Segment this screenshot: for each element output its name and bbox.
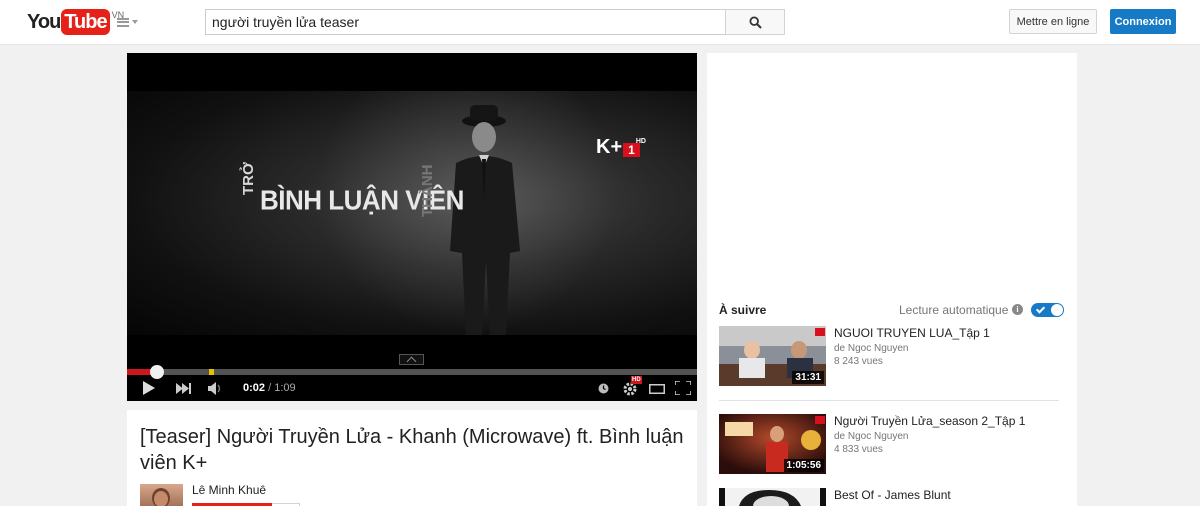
video-figure-image bbox=[450, 105, 520, 335]
channel-avatar[interactable] bbox=[140, 484, 183, 506]
next-icon bbox=[176, 383, 191, 394]
video-thumbnail[interactable]: 1:05:56 bbox=[719, 414, 826, 474]
expand-annotation-button[interactable] bbox=[399, 354, 424, 365]
overlay-text-right: THÀNH bbox=[419, 164, 436, 218]
volume-button[interactable] bbox=[208, 382, 224, 395]
search-icon bbox=[748, 15, 762, 29]
check-icon bbox=[1035, 304, 1046, 314]
search-button[interactable] bbox=[725, 9, 785, 35]
recommended-video[interactable]: 31:31 NGUOI TRUYEN LUA_Tập 1 de Ngoc Ngu… bbox=[719, 326, 1064, 388]
fullscreen-icon bbox=[675, 381, 691, 395]
chevron-down-icon bbox=[132, 20, 138, 24]
hd-badge: HD bbox=[631, 376, 642, 384]
video-views: 4 833 vues bbox=[834, 444, 883, 455]
video-thumbnail[interactable] bbox=[719, 488, 826, 506]
upload-button[interactable]: Mettre en ligne bbox=[1009, 9, 1097, 34]
guide-menu-button[interactable] bbox=[117, 15, 139, 29]
video-duration: 31:31 bbox=[792, 371, 824, 384]
watch-later-icon bbox=[598, 383, 609, 394]
fullscreen-button[interactable] bbox=[675, 381, 691, 395]
current-time: 0:02 bbox=[243, 382, 266, 394]
video-player[interactable]: TRỞ BÌNH LUẬN VIÊN THÀNH K+ 1 HD 0:02 / … bbox=[127, 53, 697, 401]
watermark-hd: HD bbox=[635, 138, 646, 145]
video-title[interactable]: Người Truyền Lửa_season 2_Tập 1 bbox=[834, 414, 1025, 429]
duration: 1:09 bbox=[274, 382, 296, 394]
recommended-video[interactable]: 1:05:56 Người Truyền Lửa_season 2_Tập 1 … bbox=[719, 414, 1064, 476]
toggle-knob bbox=[1051, 304, 1063, 316]
play-button[interactable] bbox=[143, 381, 155, 395]
overlay-text-left: TRỞ bbox=[240, 162, 257, 195]
logo-tube: Tube bbox=[61, 9, 110, 35]
logo-you: You bbox=[27, 11, 61, 33]
search-input[interactable]: người truyền lửa teaser bbox=[205, 9, 726, 35]
video-views: 8 243 vues bbox=[834, 356, 883, 367]
video-thumbnail[interactable]: 31:31 bbox=[719, 326, 826, 386]
video-author: de Ngoc Nguyen bbox=[834, 431, 909, 442]
theater-mode-button[interactable] bbox=[649, 384, 665, 394]
up-next-label: À suivre bbox=[719, 303, 767, 317]
recommended-video[interactable]: Best Of - James Blunt bbox=[719, 488, 1064, 506]
time-display: 0:02 / 1:09 bbox=[243, 382, 296, 394]
autoplay-toggle[interactable] bbox=[1031, 303, 1064, 317]
play-icon bbox=[143, 381, 155, 395]
video-duration: 1:05:56 bbox=[783, 459, 824, 472]
watermark-k: K+ bbox=[596, 136, 623, 158]
video-title[interactable]: Best Of - James Blunt bbox=[834, 488, 951, 503]
video-author: de Ngoc Nguyen bbox=[834, 343, 909, 354]
watermark-number: 1 bbox=[623, 143, 640, 157]
channel-watermark: K+ 1 HD bbox=[596, 136, 646, 158]
time-separator: / bbox=[268, 382, 272, 394]
watch-later-button[interactable] bbox=[598, 383, 609, 394]
divider bbox=[719, 400, 1059, 401]
channel-name[interactable]: Lê Minh Khuê bbox=[192, 483, 266, 497]
video-frame: TRỞ BÌNH LUẬN VIÊN THÀNH K+ 1 HD bbox=[127, 91, 697, 335]
masthead: You Tube VN người truyền lửa teaser Mett… bbox=[0, 0, 1200, 45]
youtube-logo[interactable]: You Tube VN bbox=[27, 9, 124, 35]
sidebar: À suivre Lecture automatique i 31:31 NGU… bbox=[707, 53, 1077, 506]
video-title[interactable]: NGUOI TRUYEN LUA_Tập 1 bbox=[834, 326, 990, 341]
sign-in-button[interactable]: Connexion bbox=[1110, 9, 1176, 34]
theater-mode-icon bbox=[649, 384, 665, 394]
video-title: [Teaser] Người Truyền Lửa - Khanh (Micro… bbox=[140, 426, 684, 474]
guide-menu-icon bbox=[117, 17, 129, 27]
volume-icon bbox=[208, 382, 221, 395]
next-button[interactable] bbox=[176, 383, 191, 394]
autoplay-label: Lecture automatique bbox=[899, 303, 1009, 317]
player-controls: 0:02 / 1:09 HD bbox=[127, 375, 697, 401]
info-icon[interactable]: i bbox=[1012, 304, 1023, 315]
video-info-panel: [Teaser] Người Truyền Lửa - Khanh (Micro… bbox=[127, 410, 697, 506]
